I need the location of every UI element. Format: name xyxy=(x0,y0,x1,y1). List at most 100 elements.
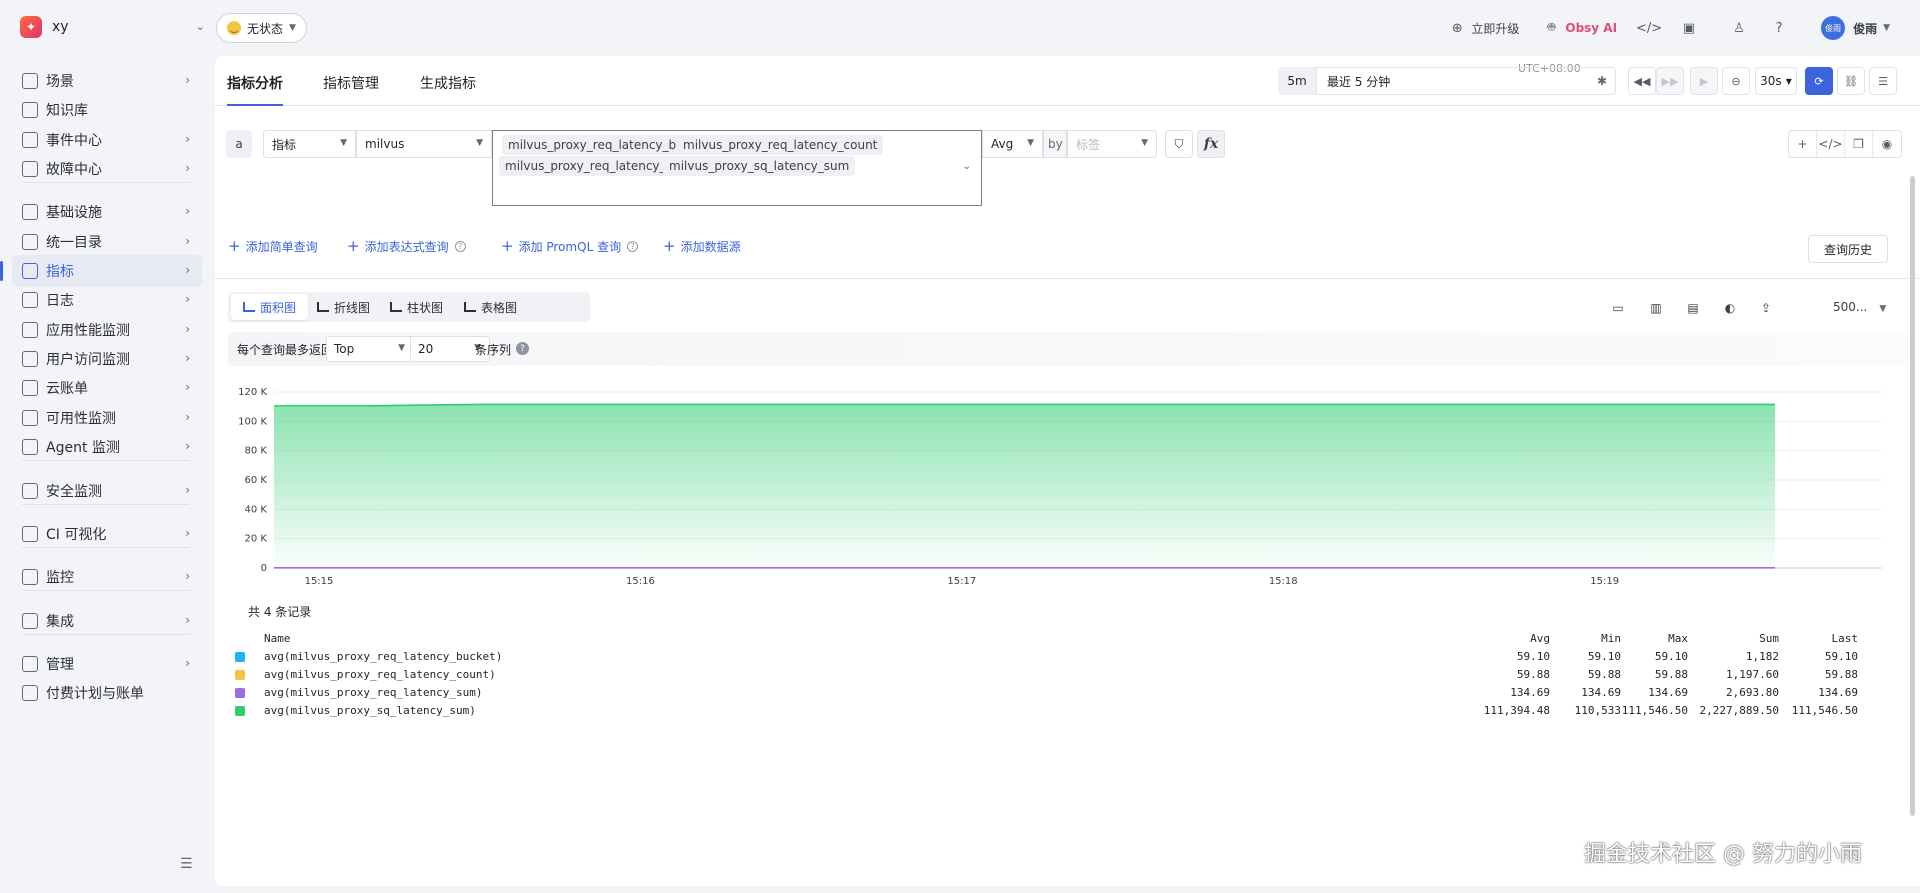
sidebar-item[interactable]: 集成 › xyxy=(12,605,202,637)
legend-row[interactable]: avg(milvus_proxy_sq_latency_sum) 111,394.… xyxy=(235,702,1905,720)
upgrade-button[interactable]: ⊕ 立即升级 xyxy=(1449,20,1519,37)
series-color-swatch[interactable] xyxy=(235,652,245,662)
legend-header-cell[interactable]: Last xyxy=(1768,632,1859,645)
screen-button[interactable]: ▣ xyxy=(1681,20,1697,36)
metric-tag[interactable]: milvus_proxy_req_latency_count xyxy=(677,135,884,155)
refresh-interval-select[interactable]: 30s ▼ xyxy=(1755,67,1797,95)
add-datasource-link[interactable]: + 添加数据源 xyxy=(663,237,741,255)
sidebar-item[interactable]: 用户访问监测 › xyxy=(12,343,202,375)
tab-table-chart-label: 表格图 xyxy=(481,300,518,315)
count-label: 20 xyxy=(418,342,434,356)
add-promql-query-link[interactable]: + 添加 PromQL 查询? xyxy=(501,237,639,255)
scrollbar[interactable] xyxy=(1910,176,1915,816)
workspace-switcher[interactable]: ✦ xy ⌄ xyxy=(20,16,205,38)
metric-tag[interactable]: milvus_proxy_sq_latency_sum xyxy=(663,156,856,176)
legend-position-icon[interactable]: ▭ xyxy=(1610,300,1626,316)
time-range-picker[interactable]: 最近 5 分钟 ✱ xyxy=(1316,67,1616,95)
sidebar: 场景 › 知识库 事件中心 › 故障中心 › 基础设施 › 统一目录 › 指标 › 日志 › 应用性能监测 › 用… xyxy=(0,56,202,893)
sliders-icon[interactable]: ☰ xyxy=(1869,67,1897,95)
x-tick-label: 15:18 xyxy=(1269,576,1298,587)
order-select[interactable]: Top ▼ xyxy=(326,336,414,362)
series-color-swatch[interactable] xyxy=(235,706,245,716)
area-chart[interactable]: 0 20 K 40 K 60 K 80 K 100 K 120 K 15:15 15:16 15:… xyxy=(215,376,1920,596)
list-icon[interactable]: ▤ xyxy=(1685,300,1701,316)
play-icon[interactable]: ▶ xyxy=(1690,67,1718,95)
tab-generate-metrics[interactable]: 生成指标 xyxy=(420,73,476,93)
tab-area-chart[interactable]: 面积图 xyxy=(231,294,309,320)
plus-icon[interactable]: + xyxy=(1789,131,1817,157)
profile-button[interactable]: ♙ xyxy=(1731,20,1747,36)
palette-icon[interactable]: ◐ xyxy=(1722,300,1738,316)
chart-type-tabs: 面积图 折线图 柱状图 表格图 xyxy=(228,292,590,322)
function-button[interactable]: fx xyxy=(1197,130,1225,158)
export-icon[interactable]: ⇪ xyxy=(1758,300,1774,316)
legend-header-cell[interactable]: Max xyxy=(1598,632,1688,645)
collapse-sidebar-icon[interactable]: ☰ xyxy=(180,856,193,872)
filter-icon[interactable]: ⛉ xyxy=(1165,130,1193,158)
status-selector[interactable]: 无状态 ▼ xyxy=(216,13,307,43)
active-tab-indicator xyxy=(227,104,283,106)
help-icon[interactable]: ? xyxy=(516,342,529,355)
sidebar-item[interactable]: 安全监测 › xyxy=(12,475,202,507)
sidebar-item[interactable]: 基础设施 › xyxy=(12,196,202,228)
sidebar-item[interactable]: 故障中心 › xyxy=(12,153,202,185)
chevron-right-icon: › xyxy=(185,483,190,497)
tag-select[interactable]: 标签 ▼ xyxy=(1067,130,1157,158)
help-button[interactable]: ? xyxy=(1771,20,1787,36)
user-menu[interactable]: 俊雨 俊雨 ▼ xyxy=(1821,16,1890,40)
query-letter[interactable]: a xyxy=(226,130,252,158)
tab-bar-chart[interactable]: 柱状图 xyxy=(378,294,455,320)
sidebar-item[interactable]: 云账单 › xyxy=(12,372,202,404)
tab-table-chart[interactable]: 表格图 xyxy=(452,294,529,320)
time-shortcut[interactable]: 5m xyxy=(1278,67,1316,95)
x-tick-label: 15:15 xyxy=(305,576,334,587)
query-type-select[interactable]: 指标 ▼ xyxy=(263,130,356,158)
code-button[interactable]: </> xyxy=(1636,20,1662,36)
sidebar-item[interactable]: 知识库 xyxy=(12,94,202,126)
columns-icon[interactable]: ▥ xyxy=(1648,300,1664,316)
source-select[interactable]: milvus ▼ xyxy=(356,130,492,158)
pin-icon[interactable]: ✱ xyxy=(1597,74,1607,88)
refresh-icon[interactable]: ⟳ xyxy=(1805,67,1833,95)
eye-icon[interactable]: ◉ xyxy=(1873,131,1901,157)
series-color-swatch[interactable] xyxy=(235,670,245,680)
sidebar-item[interactable]: 监控 › xyxy=(12,561,202,593)
aggregation-select[interactable]: Avg ▼ xyxy=(982,130,1043,158)
obsy-ai-button[interactable]: 🤖︎ Obsy AI xyxy=(1543,20,1617,36)
sidebar-item[interactable]: CI 可视化 › xyxy=(12,518,202,550)
legend-row[interactable]: avg(milvus_proxy_req_latency_sum) 134.69 1… xyxy=(235,684,1905,702)
sidebar-item[interactable]: 付费计划与账单 xyxy=(12,677,202,709)
sidebar-item[interactable]: 日志 › xyxy=(12,284,202,316)
sidebar-item[interactable]: 可用性监测 › xyxy=(12,402,202,434)
sidebar-item[interactable]: 统一目录 › xyxy=(12,226,202,258)
person-icon: ♙ xyxy=(1733,20,1745,36)
copy-icon[interactable]: ❐ xyxy=(1845,131,1873,157)
sidebar-item[interactable]: 应用性能监测 › xyxy=(12,314,202,346)
query-history-button[interactable]: 查询历史 xyxy=(1808,235,1888,263)
settings-icon xyxy=(22,656,38,672)
sidebar-item[interactable]: 指标 › xyxy=(0,255,202,287)
rewind-icon[interactable]: ◀◀ xyxy=(1628,67,1656,95)
link-icon[interactable]: ⛓ xyxy=(1837,67,1865,95)
sidebar-item[interactable]: 场景 › xyxy=(12,65,202,97)
legend-header-row: Name Avg Min Max Sum Last xyxy=(235,630,1905,648)
sidebar-item[interactable]: Agent 监测 › xyxy=(12,431,202,463)
limit-display-select[interactable]: 500... ▼ xyxy=(1833,300,1886,314)
legend-row[interactable]: avg(milvus_proxy_req_latency_count) 59.88… xyxy=(235,666,1905,684)
fast-forward-icon[interactable]: ▶▶ xyxy=(1656,67,1684,95)
zoom-out-icon[interactable]: ⊖ xyxy=(1722,67,1750,95)
metrics-multiselect[interactable]: milvus_proxy_req_latency_bucket milvus_p… xyxy=(492,130,982,206)
sidebar-item[interactable]: 事件中心 › xyxy=(12,124,202,156)
tab-metric-management[interactable]: 指标管理 xyxy=(323,73,379,93)
series-color-swatch[interactable] xyxy=(235,688,245,698)
sidebar-item[interactable]: 管理 › xyxy=(12,648,202,680)
add-expression-query-link[interactable]: + 添加表达式查询? xyxy=(347,237,466,255)
tab-line-chart[interactable]: 折线图 xyxy=(305,294,382,320)
code-icon[interactable]: </> xyxy=(1817,131,1845,157)
legend-header-cell[interactable]: Sum xyxy=(1689,632,1779,645)
legend-row[interactable]: avg(milvus_proxy_req_latency_bucket) 59.1… xyxy=(235,648,1905,666)
tab-metric-analysis[interactable]: 指标分析 xyxy=(227,73,283,93)
tab-line-chart-label: 折线图 xyxy=(334,300,371,315)
chevron-down-icon: ⌄ xyxy=(195,20,205,33)
add-simple-query-link[interactable]: + 添加简单查询 xyxy=(228,237,318,255)
